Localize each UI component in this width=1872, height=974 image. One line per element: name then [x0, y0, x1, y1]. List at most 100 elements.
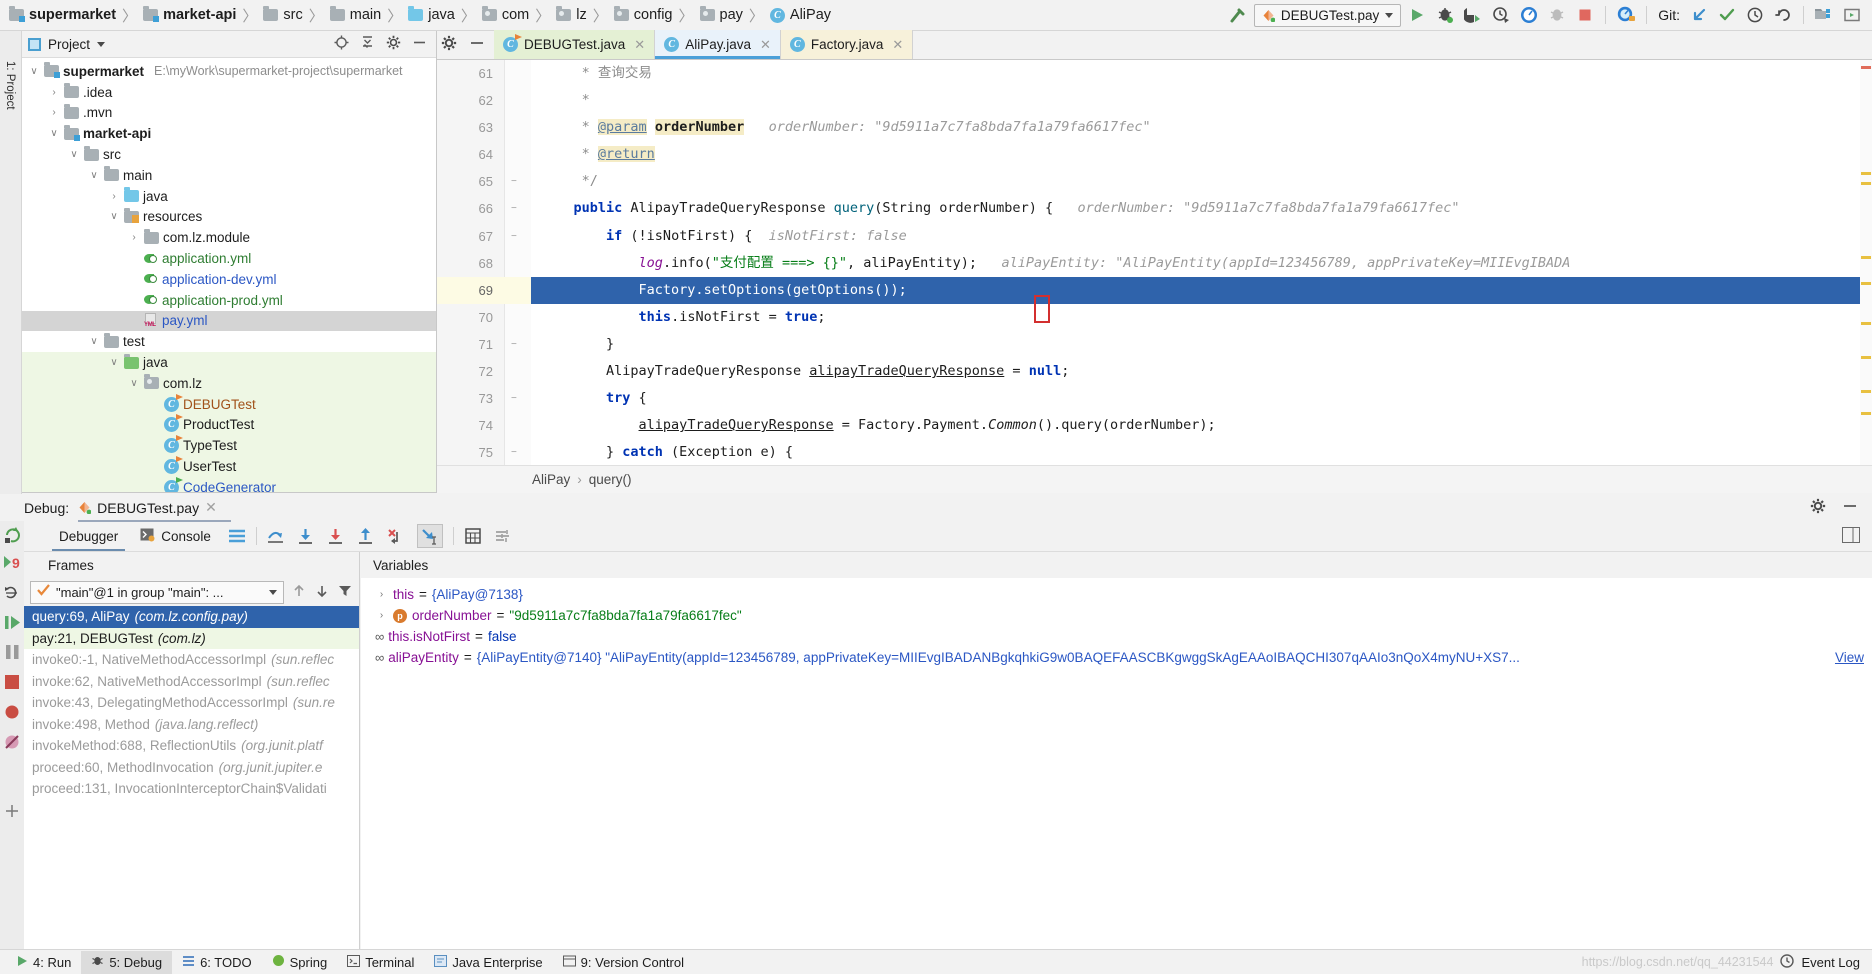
event-log-icon[interactable] [1780, 953, 1795, 971]
restore-layout-icon[interactable] [3, 583, 21, 604]
tree-node-application-yml[interactable]: application.yml [22, 248, 436, 269]
drop-frame-icon[interactable] [385, 525, 407, 547]
fold-marker-icon[interactable]: − [511, 195, 517, 222]
run-icon[interactable] [1405, 3, 1429, 27]
breadcrumb-item-src[interactable]: src [260, 2, 305, 28]
tree-node-usertest[interactable]: C UserTest [22, 456, 436, 477]
frame-up-icon[interactable] [291, 583, 307, 602]
status-tool-terminal[interactable]: Terminal [337, 951, 424, 974]
hide-panel-icon[interactable] [1842, 498, 1858, 517]
code-line-70[interactable]: 70 this.isNotFirst = true; [437, 304, 1872, 331]
evaluate-expression-icon[interactable] [462, 525, 484, 547]
chevron-down-icon[interactable] [97, 41, 106, 47]
close-icon[interactable]: ✕ [205, 499, 217, 516]
tree-node-com-lz[interactable]: ∨ com.lz [22, 372, 436, 394]
stop-icon[interactable] [1573, 3, 1597, 27]
debug-session-tab[interactable]: DEBUGTest.pay ✕ [78, 499, 231, 522]
close-icon[interactable]: ✕ [892, 37, 903, 53]
profile-clock-icon[interactable] [1489, 3, 1513, 27]
chevron-down-icon[interactable]: ∨ [88, 336, 100, 347]
status-tool-4--run[interactable]: 4: Run [6, 951, 81, 974]
debug-icon[interactable] [1433, 3, 1457, 27]
run-to-cursor-icon[interactable] [416, 524, 443, 548]
stop-9-icon[interactable]: 9 [2, 553, 23, 575]
frame-row[interactable]: query:69, AliPay (com.lz.config.pay) [24, 606, 359, 628]
tree-node--mvn[interactable]: › .mvn [22, 103, 436, 124]
breadcrumb-item-market-api[interactable]: market-api [140, 2, 239, 28]
breadcrumb-class[interactable]: AliPay [532, 472, 570, 487]
code-line-68[interactable]: 68 log.info("支付配置 ===> {}", aliPayEntity… [437, 250, 1872, 277]
tree-node--idea[interactable]: › .idea [22, 82, 436, 103]
rerun-icon[interactable] [3, 525, 22, 547]
code-line-64[interactable]: 64 * @return [437, 141, 1872, 168]
chevron-down-icon[interactable]: ∨ [108, 211, 120, 222]
chevron-right-icon[interactable]: › [128, 232, 140, 243]
code-line-72[interactable]: 72 AlipayTradeQueryResponse alipayTradeQ… [437, 358, 1872, 385]
status-tool-5--debug[interactable]: 5: Debug [81, 950, 173, 974]
variable-row[interactable]: ∞ aliPayEntity = {AliPayEntity@7140} "AliPa… [361, 647, 1872, 668]
attach-process-icon[interactable] [1545, 3, 1569, 27]
frame-row[interactable]: pay:21, DEBUGTest (com.lz) [24, 627, 359, 649]
chevron-right-icon[interactable]: › [108, 191, 120, 202]
chevron-right-icon[interactable]: › [48, 87, 60, 98]
settings-gear-icon[interactable] [441, 35, 457, 54]
tree-node-producttest[interactable]: C ProductTest [22, 414, 436, 436]
tree-node-resources[interactable]: ∨ resources [22, 207, 436, 228]
frame-row[interactable]: invoke:498, Method (java.lang.reflect) [24, 714, 359, 736]
tab-debugger[interactable]: Debugger [48, 521, 129, 551]
code-lines[interactable]: 61 * 查询交易 62 * 63 * @param orderNumber ord… [437, 60, 1872, 493]
tool-tab-project[interactable]: 1: Project [4, 61, 16, 110]
code-line-71[interactable]: 71 } − [437, 331, 1872, 358]
frame-list[interactable]: query:69, AliPay (com.lz.config.pay) pay:2… [24, 606, 359, 800]
tree-node-java[interactable]: › java [22, 186, 436, 207]
fold-marker-icon[interactable]: − [511, 223, 517, 250]
frame-row[interactable]: invoke:43, DelegatingMethodAccessorImpl(… [24, 692, 359, 714]
chevron-down-icon[interactable]: ∨ [68, 149, 80, 160]
tree-node-application-prod-yml[interactable]: application-prod.yml [22, 290, 436, 311]
code-line-74[interactable]: 74 alipayTradeQueryResponse = Factory.Pa… [437, 412, 1872, 439]
code-line-63[interactable]: 63 * @param orderNumber orderNumber: "9d… [437, 114, 1872, 141]
editor-tab-alipay-java[interactable]: C AliPay.java ✕ [655, 30, 781, 59]
code-line-66[interactable]: 66 public AlipayTradeQueryResponse query… [437, 195, 1872, 222]
breadcrumb-item-java[interactable]: java [405, 2, 458, 28]
tree-node-typetest[interactable]: C TypeTest [22, 435, 436, 457]
build-hammer-icon[interactable] [1226, 3, 1250, 27]
chevron-down-icon[interactable] [269, 589, 277, 595]
git-rollback-icon[interactable] [1771, 3, 1795, 27]
profiler-icon[interactable] [1517, 3, 1541, 27]
minimize-icon[interactable] [469, 35, 485, 54]
status-tool-6--todo[interactable]: 6: TODO [172, 951, 262, 974]
variable-row[interactable]: ∞ this.isNotFirst = false [361, 626, 1872, 647]
tree-node-main[interactable]: ∨ main [22, 165, 436, 186]
breadcrumb-item-com[interactable]: com [479, 2, 532, 28]
code-line-62[interactable]: 62 * [437, 87, 1872, 114]
collapse-all-icon[interactable] [360, 35, 375, 53]
editor-tab-debugtest-java[interactable]: C DEBUGTest.java ✕ [494, 30, 656, 59]
view-value-link[interactable]: View [1835, 650, 1864, 665]
project-structure-icon[interactable] [1812, 3, 1836, 27]
chevron-down-icon[interactable]: ∨ [108, 357, 120, 368]
tree-node-java[interactable]: ∨ java [22, 352, 436, 373]
tree-node-codegenerator[interactable]: C CodeGenerator [22, 476, 436, 492]
chevron-right-icon[interactable]: › [375, 589, 388, 600]
show-execution-point-icon[interactable] [265, 525, 287, 547]
chevron-down-icon[interactable]: ∨ [88, 170, 100, 181]
frame-row[interactable]: invoke:62, NativeMethodAccessorImpl (sun.… [24, 671, 359, 693]
editor-tab-factory-java[interactable]: C Factory.java ✕ [780, 30, 914, 59]
close-icon[interactable]: ✕ [634, 37, 645, 53]
view-breakpoints-icon[interactable] [3, 703, 21, 724]
frame-row[interactable]: invoke0:-1, NativeMethodAccessorImpl (sun… [24, 649, 359, 671]
debug-settings-icon[interactable] [4, 803, 20, 822]
status-tool-java-enterprise[interactable]: Java Enterprise [424, 951, 552, 974]
chevron-right-icon[interactable]: › [48, 107, 60, 118]
layout-icon[interactable] [1842, 526, 1860, 546]
tree-node-src[interactable]: ∨ src [22, 144, 436, 165]
debug-settings-icon[interactable] [492, 525, 514, 547]
git-history-icon[interactable] [1743, 3, 1767, 27]
stop-icon[interactable] [3, 673, 21, 694]
filter-frames-icon[interactable] [337, 583, 353, 602]
status-tool-spring[interactable]: Spring [262, 951, 338, 974]
breadcrumb-item-main[interactable]: main [327, 2, 384, 28]
tree-node-market-api[interactable]: ∨ market-api [22, 123, 436, 144]
breadcrumb-item-alipay[interactable]: C AliPay [767, 2, 834, 28]
